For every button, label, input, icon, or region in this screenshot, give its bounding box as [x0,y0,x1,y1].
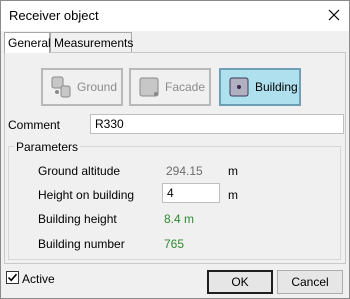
close-button[interactable] [322,3,346,27]
building-height-label: Building height [38,212,117,226]
mode-facade-label: Facade [165,80,206,94]
building-icon [229,77,249,97]
mode-ground-label: Ground [77,80,118,94]
parameters-title: Parameters [14,140,81,154]
ok-button[interactable]: OK [207,270,273,294]
ground-altitude-unit: m [228,164,238,178]
close-icon [328,9,340,21]
mode-ground-button[interactable]: Ground [41,68,123,106]
height-on-building-label: Height on building [38,188,135,202]
comment-label: Comment [8,118,61,132]
building-number-value: 765 [164,237,185,251]
mode-building-button[interactable]: Building [219,68,301,106]
active-label: Active [22,272,55,286]
ground-altitude-label: Ground altitude [38,164,121,178]
mode-facade-button[interactable]: Facade [129,68,211,106]
building-number-label: Building number [38,237,125,251]
tab-measurements[interactable]: Measurements [50,32,133,52]
tab-general[interactable]: General [4,32,51,53]
building-height-value: 8.4 m [164,212,195,226]
checkmark-icon [7,273,18,282]
facade-icon [139,77,159,97]
window-title: Receiver object [9,8,99,23]
mode-building-label: Building [255,80,298,94]
active-checkbox[interactable] [6,271,19,284]
height-on-building-input[interactable]: 4 [162,183,220,203]
ground-icon [51,76,71,98]
comment-input[interactable]: R330 [90,114,344,134]
cancel-button[interactable]: Cancel [277,270,343,294]
ground-altitude-value: 294.15 [166,164,203,178]
height-on-building-unit: m [228,188,238,202]
